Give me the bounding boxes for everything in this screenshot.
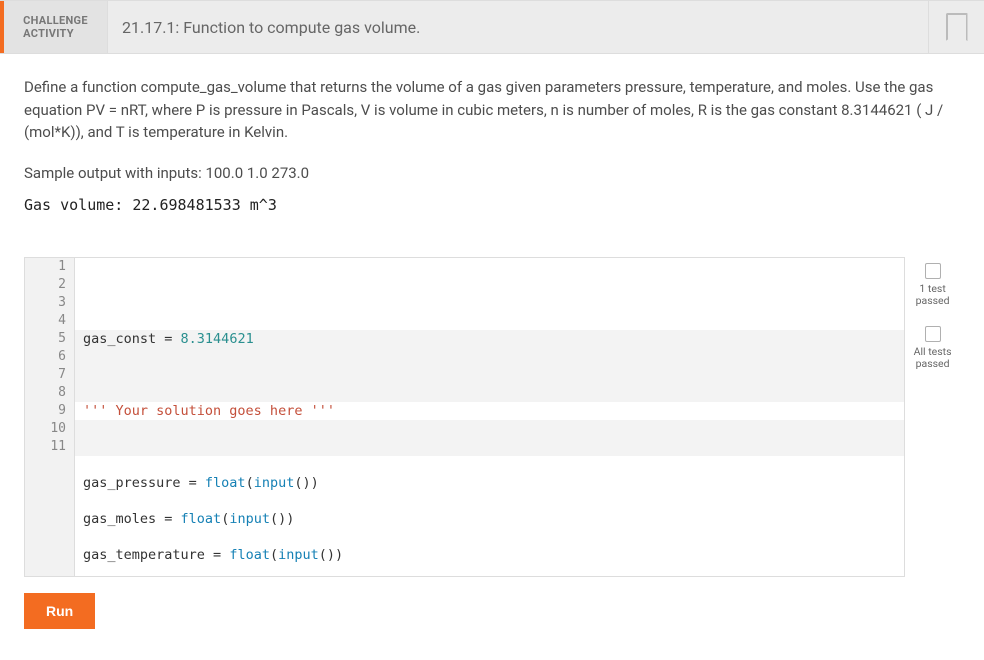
activity-content: Define a function compute_gas_volume tha… — [0, 54, 984, 645]
sample-label: Sample output with inputs: 100.0 1.0 273… — [24, 162, 960, 185]
code-area[interactable]: gas_const = 8.3144621 ''' Your solution … — [75, 258, 904, 576]
test-status-2: All tests passed — [905, 346, 960, 371]
checkbox-icon — [925, 326, 941, 342]
badge-line1: CHALLENGE — [23, 14, 88, 27]
test-status-1: 1 test passed — [905, 283, 960, 308]
bookmark-icon — [946, 13, 968, 41]
test-status-panel: 1 test passed All tests passed — [905, 257, 960, 389]
challenge-badge: CHALLENGE ACTIVITY — [0, 1, 108, 53]
line-number-gutter: 1 2 3 4 5 6 7 8 9 10 11 — [25, 258, 75, 576]
badge-line2: ACTIVITY — [23, 27, 88, 40]
sample-output: Gas volume: 22.698481533 m^3 — [24, 194, 960, 217]
bookmark-button[interactable] — [928, 1, 984, 53]
run-button[interactable]: Run — [24, 593, 95, 629]
activity-title: 21.17.1: Function to compute gas volume. — [108, 1, 928, 53]
prompt-text: Define a function compute_gas_volume tha… — [24, 76, 960, 144]
activity-header: CHALLENGE ACTIVITY 21.17.1: Function to … — [0, 0, 984, 54]
code-editor[interactable]: 1 2 3 4 5 6 7 8 9 10 11 gas_const = 8.31… — [24, 257, 905, 577]
checkbox-icon — [925, 263, 941, 279]
